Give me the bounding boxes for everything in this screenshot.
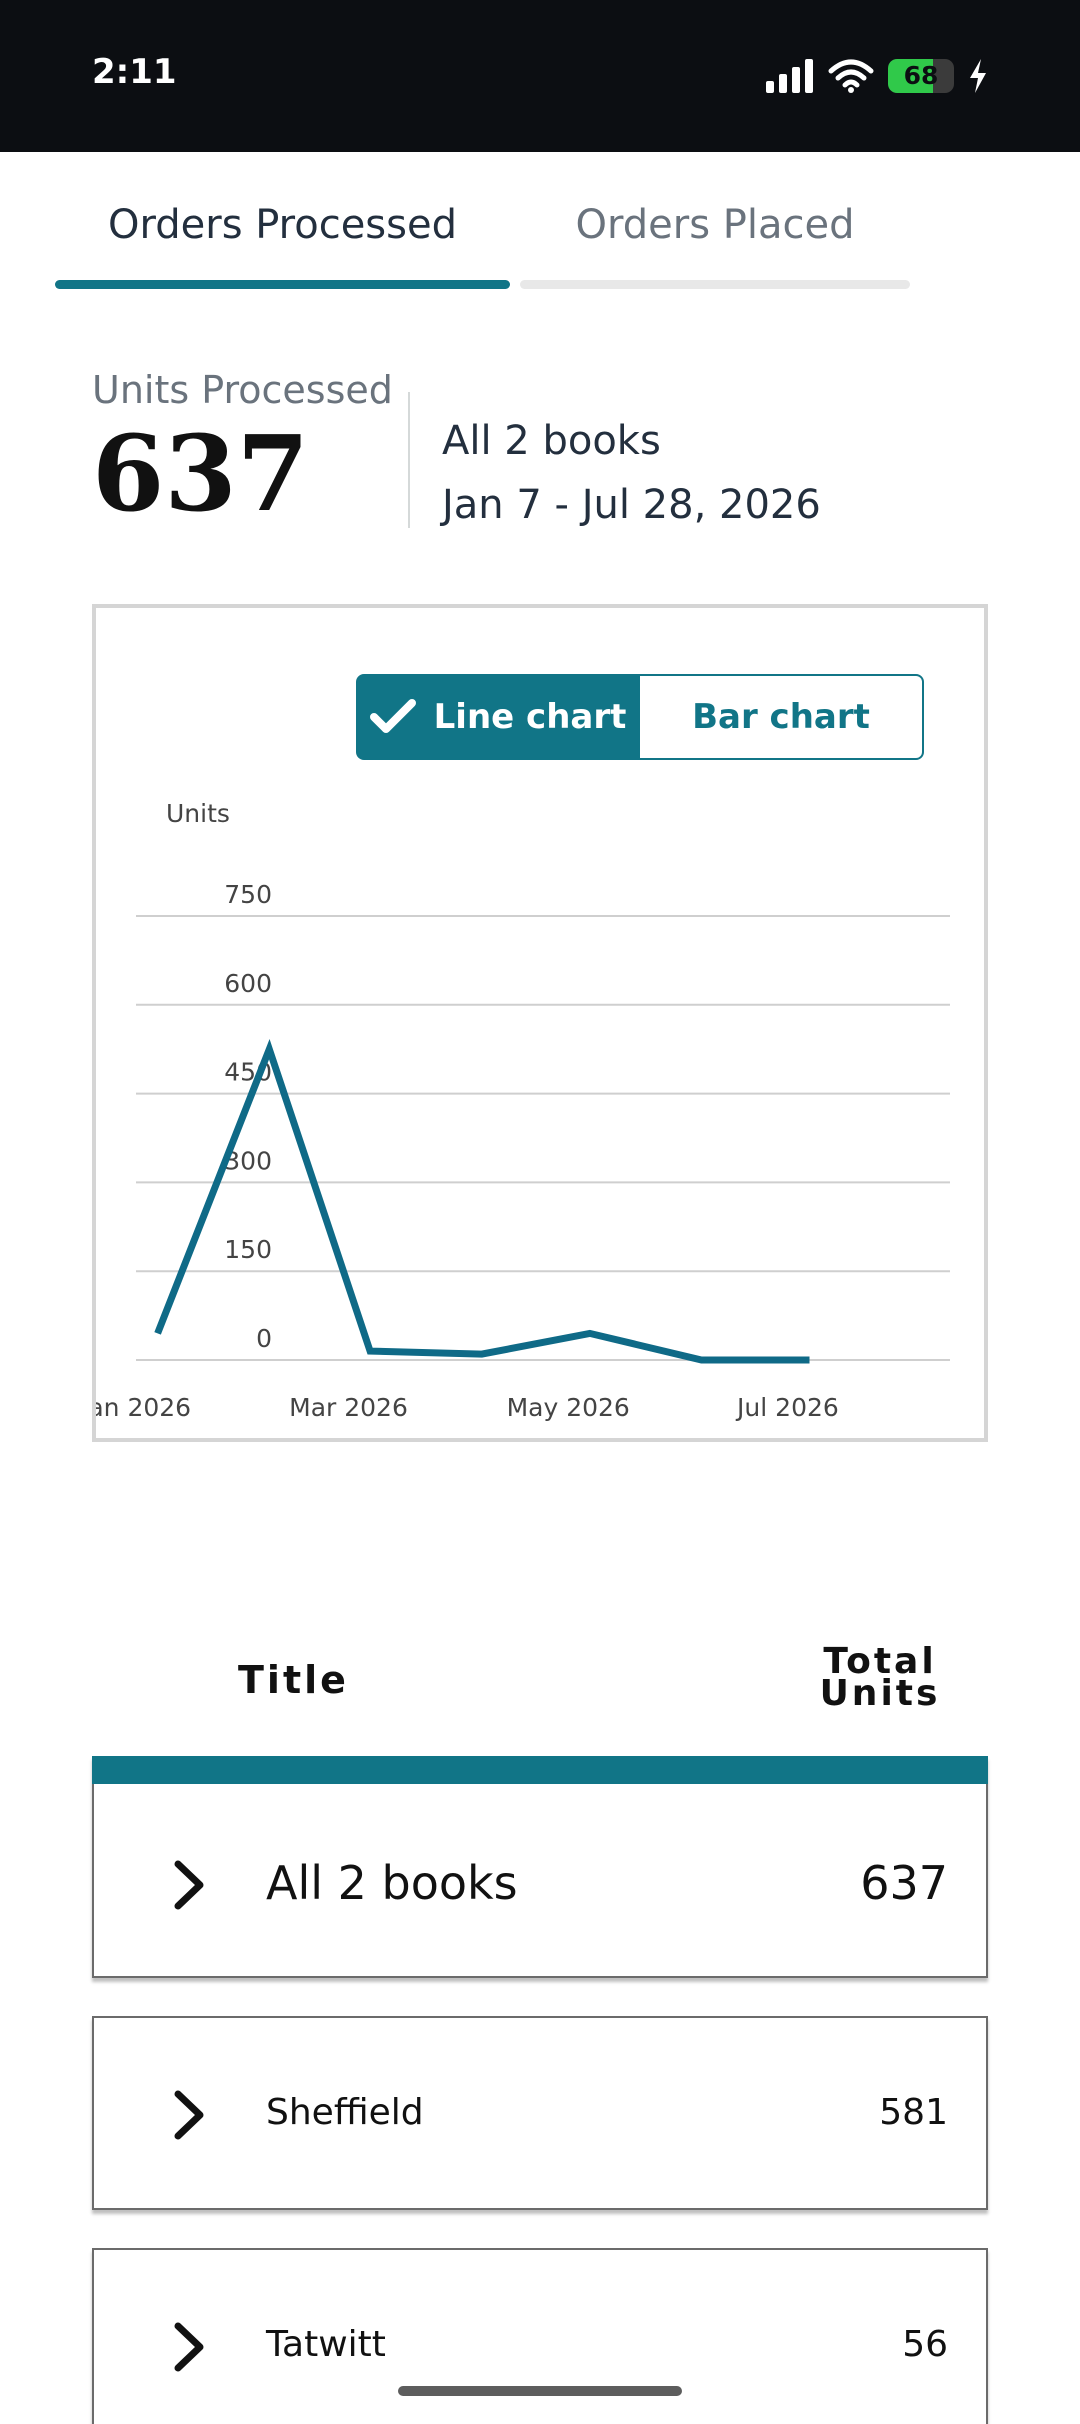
wifi-icon: [828, 59, 874, 93]
series-line: [154, 1038, 810, 1364]
checkmark-icon: [369, 699, 416, 733]
row-title: All 2 books: [266, 1856, 518, 1910]
status-icons: 68: [766, 56, 988, 96]
chevron-right-icon: [174, 2090, 204, 2140]
row-accent-bar: [92, 1756, 988, 1784]
charging-bolt-icon: [970, 59, 986, 93]
row-units: 581: [879, 2092, 948, 2133]
x-tick-label: Mar 2026: [289, 1393, 408, 1422]
row-title: Sheffield: [266, 2092, 424, 2133]
y-tick-label: 750: [224, 880, 272, 909]
chevron-right-icon: [174, 1860, 204, 1910]
bar-chart-button[interactable]: Bar chart: [640, 674, 924, 760]
table-row-all-books[interactable]: All 2 books 637: [92, 1756, 988, 1978]
x-tick-label: May 2026: [507, 1393, 630, 1422]
tab-orders-placed[interactable]: Orders Placed: [520, 202, 910, 248]
summary-divider: [408, 392, 410, 528]
bar-chart-label: Bar chart: [692, 697, 870, 737]
x-tick-label: Jul 2026: [735, 1393, 839, 1422]
units-processed-value: 637: [92, 412, 310, 535]
table-row[interactable]: Tatwitt 56: [92, 2248, 988, 2424]
y-axis-label: Units: [166, 799, 230, 828]
y-tick-label: 600: [224, 969, 272, 998]
summary-books: All 2 books: [442, 418, 661, 464]
x-tick-label: Jan 2026: [96, 1393, 191, 1422]
tab-indicator-inactive: [520, 280, 910, 289]
table-header-total-units: Total Units: [800, 1644, 960, 1714]
battery-level: 68: [903, 61, 939, 90]
table-header-title: Title: [238, 1658, 349, 1702]
line-chart-button[interactable]: Line chart: [356, 674, 640, 760]
report-tabs: Orders Processed Orders Placed: [0, 152, 1080, 292]
tab-orders-processed[interactable]: Orders Processed: [55, 202, 510, 248]
status-bar: 2:11 68: [0, 0, 1080, 152]
tab-indicator-active: [55, 280, 510, 289]
chevron-right-icon: [174, 2322, 204, 2372]
table-header-units-line2: Units: [819, 1673, 941, 1714]
y-tick-label: 150: [224, 1235, 272, 1264]
y-tick-label: 0: [256, 1324, 272, 1353]
battery-icon: 68: [888, 59, 954, 93]
table-row[interactable]: Sheffield 581: [92, 2016, 988, 2210]
chart-card: Units0150300450600750Jan 2026Mar 2026May…: [92, 604, 988, 1442]
row-units: 637: [860, 1856, 948, 1910]
cellular-signal-icon: [766, 59, 813, 93]
status-time: 2:11: [92, 52, 177, 92]
home-indicator: [398, 2386, 682, 2396]
chart-type-toggle: Line chart Bar chart: [356, 674, 926, 760]
summary-date-range: Jan 7 - Jul 28, 2026: [442, 482, 821, 528]
row-title: Tatwitt: [266, 2324, 386, 2365]
units-processed-label: Units Processed: [92, 368, 393, 412]
line-chart-label: Line chart: [433, 697, 627, 737]
row-units: 56: [902, 2324, 948, 2365]
